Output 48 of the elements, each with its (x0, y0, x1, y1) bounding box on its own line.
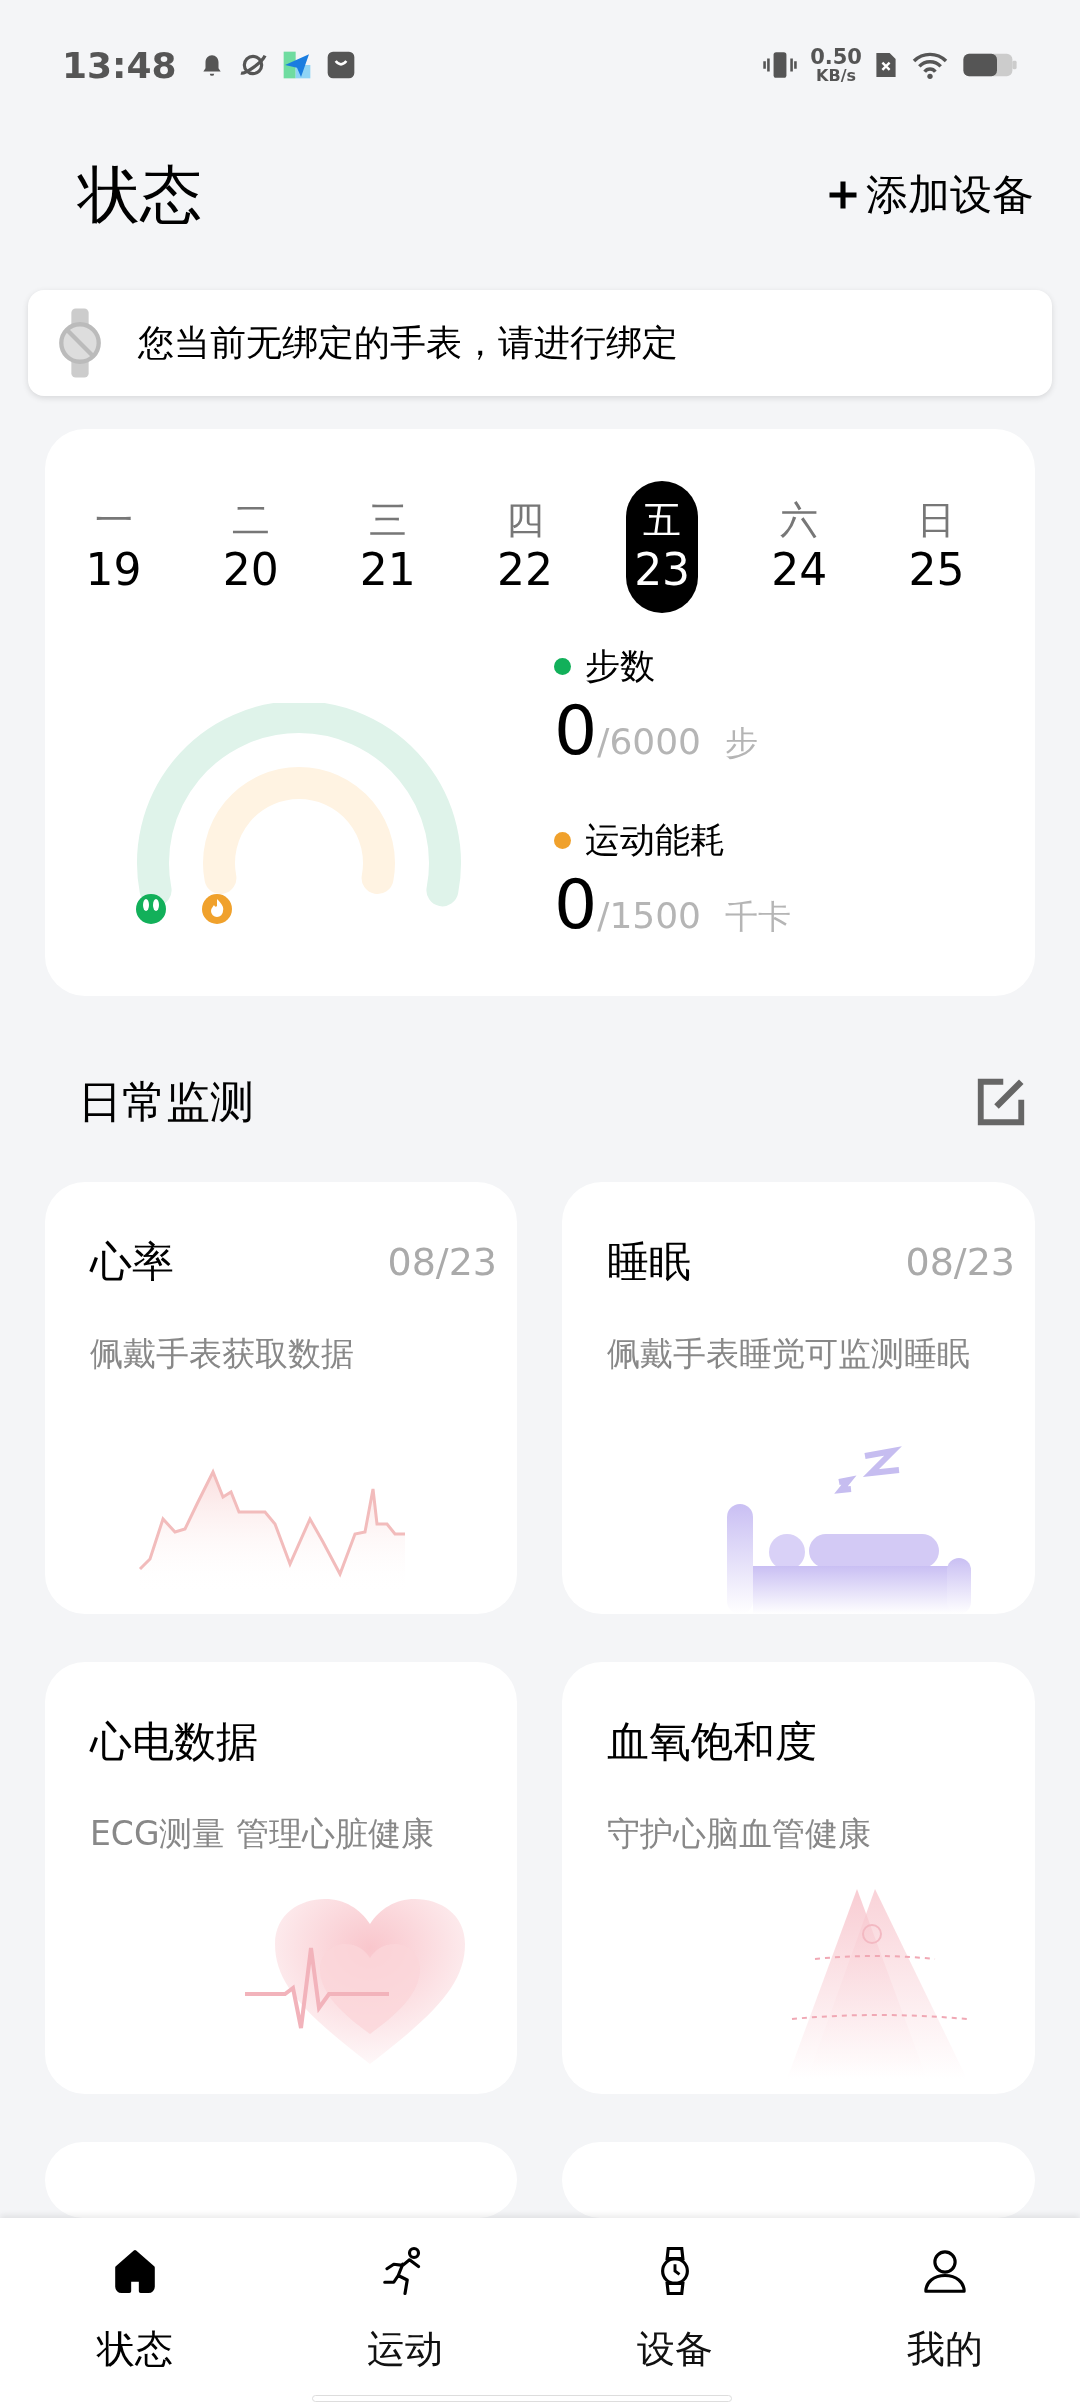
day-tab[interactable]: 一 19 (77, 481, 150, 613)
card-description: ECG测量 管理心脏健康 (90, 1813, 435, 1855)
day-tab[interactable]: 二 20 (214, 481, 287, 613)
network-speed-unit: KB/s (816, 67, 857, 84)
card-title: 心率 (90, 1236, 174, 1288)
plus-icon (828, 180, 858, 210)
network-speed: 0.50 (810, 46, 862, 68)
card-title: 心电数据 (90, 1716, 258, 1768)
notice-banner[interactable]: 您当前无绑定的手表，请进行绑定 (28, 290, 1052, 396)
metric-unit: 千卡 (725, 895, 791, 938)
monitor-card[interactable]: 心电数据 ECG测量 管理心脏健康 (45, 1662, 517, 2094)
notice-text: 您当前无绑定的手表，请进行绑定 (138, 320, 678, 365)
metric-unit: 步 (725, 722, 758, 764)
vibrate-icon (762, 49, 799, 81)
nav-tab[interactable]: 设备 (540, 2218, 810, 2408)
card-title: 血氧饱和度 (607, 1716, 817, 1768)
card-date: 08/23 (905, 1240, 1015, 1284)
nav-tab[interactable]: 状态 (0, 2218, 270, 2408)
day-tab[interactable]: 日 25 (900, 481, 973, 613)
metric-value: 0 (554, 694, 598, 769)
footprints-icon (136, 894, 166, 924)
card-title: 睡眠 (607, 1236, 691, 1288)
monitor-card[interactable]: 心率 08/23 佩戴手表获取数据 (45, 1182, 517, 1614)
card-description: 佩戴手表睡觉可监测睡眠 (607, 1333, 971, 1375)
status-time: 13:48 (62, 44, 177, 86)
flame-icon (202, 894, 232, 924)
card-description: 佩戴手表获取数据 (90, 1333, 355, 1375)
add-device-button[interactable]: 添加设备 (828, 167, 1034, 223)
metric-value: 0 (554, 867, 598, 943)
card-description: 守护心脑血管健康 (607, 1813, 872, 1855)
metric-target: /1500 (597, 894, 701, 936)
metric-label: 运动能耗 (585, 818, 725, 862)
nav-tab[interactable]: 我的 (810, 2218, 1080, 2408)
day-tab[interactable]: 三 21 (351, 481, 424, 613)
monitor-card[interactable]: 睡眠 08/23 佩戴手表睡觉可监测睡眠 (562, 1182, 1035, 1614)
section-title: 日常监测 (78, 1074, 254, 1129)
nav-tab[interactable]: 运动 (270, 2218, 540, 2408)
day-tab[interactable]: 五 23 (626, 481, 699, 613)
sim-card-icon (874, 50, 898, 80)
metric-target: /6000 (597, 721, 701, 762)
card-date: 08/23 (387, 1240, 497, 1284)
page-title: 状态 (78, 157, 202, 233)
battery-icon (962, 51, 1018, 79)
watch-blocked-icon (58, 307, 102, 379)
day-tab[interactable]: 四 22 (489, 481, 561, 613)
metric-label: 步数 (585, 645, 655, 688)
day-tab[interactable]: 六 24 (763, 481, 836, 613)
monitor-card[interactable]: 血氧饱和度 守护心脑血管健康 (562, 1662, 1035, 2094)
